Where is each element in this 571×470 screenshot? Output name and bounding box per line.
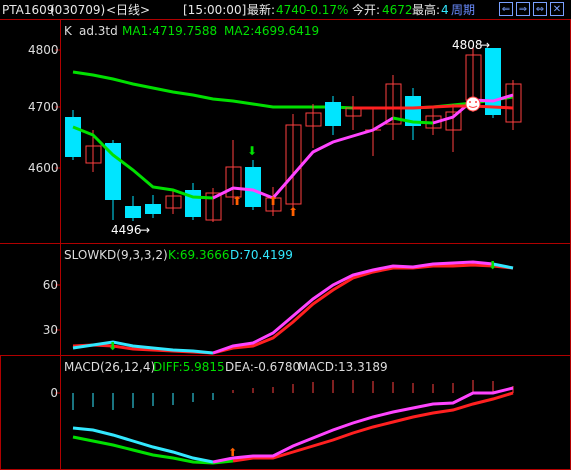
macd-title: MACD(26,12,4) [64, 360, 156, 374]
candle [305, 104, 322, 148]
kd-d-line [72, 263, 514, 355]
macd-histogram-positive [232, 380, 514, 393]
buy-arrow-icon: ⬆ [268, 194, 278, 208]
macd-dea-value: DEA:-0.6780 [225, 360, 301, 374]
macd-dea-line-green [72, 435, 234, 465]
macd-diff-value: DIFF:5.9815 [153, 360, 225, 374]
candle [145, 195, 161, 218]
candle [345, 96, 362, 130]
candle [325, 96, 341, 135]
kd-sell-arrow-icon: ⬇ [108, 340, 117, 353]
low-annotation-arrow-icon: → [140, 223, 151, 237]
candle [105, 140, 121, 220]
main-title-name: ad.3td [79, 24, 118, 38]
candles [65, 48, 522, 222]
macd-macd-value: MACD:13.3189 [298, 360, 388, 374]
y-label-4600: 4600 [28, 161, 59, 175]
ma2-value: MA2:4699.6419 [224, 24, 320, 38]
ma2-line-red-seg [353, 104, 514, 110]
candle [245, 160, 261, 210]
macd-buy-arrow-icon: ⬆ [228, 446, 237, 459]
high-annotation-arrow-icon: → [480, 38, 491, 52]
ma2-line [72, 70, 514, 110]
candle [205, 188, 222, 222]
candle [65, 110, 81, 160]
kd-k-line-magenta [212, 260, 494, 355]
macd-histogram [72, 393, 214, 410]
candle [125, 196, 141, 221]
signal-markers: ⬆ ⬇ ⬆ ⬆ [232, 96, 481, 219]
macd-diff-line-cyan [72, 426, 214, 464]
macd-diff-line-magenta [212, 386, 514, 464]
kd-y-label-30: 30 [42, 323, 58, 337]
low-annotation: 4496 [111, 223, 142, 237]
kd-sell-arrow-icon: ⬇ [488, 259, 497, 272]
kd-k-value: K:69.3666 [168, 248, 230, 262]
y-label-4800: 4800 [28, 43, 59, 57]
main-title-k: K [64, 24, 72, 38]
kd-title: SLOWKD(9,3,3,2) [64, 248, 168, 262]
candle [405, 88, 421, 140]
buy-arrow-icon: ⬆ [288, 205, 298, 219]
buy-arrow-icon: ⬆ [232, 194, 242, 208]
macd-y-label-0: 0 [50, 386, 58, 400]
ma1-value: MA1:4719.7588 [122, 24, 218, 38]
high-annotation: 4808 [452, 38, 483, 52]
y-label-4700: 4700 [28, 100, 59, 114]
kd-y-label-60: 60 [42, 278, 58, 292]
sell-arrow-icon: ⬇ [247, 144, 257, 158]
kline-chart-canvas[interactable]: ⬆ ⬇ ⬆ ⬆ ⬇ ⬇ ⬆ [0, 0, 571, 470]
kd-d-value: D:70.4199 [230, 248, 293, 262]
candle [505, 80, 522, 130]
macd-dea-line [232, 391, 514, 463]
kd-k-line-cyan [72, 340, 214, 355]
candle [285, 114, 302, 212]
smiley-icon [465, 96, 481, 112]
candle [185, 183, 201, 220]
